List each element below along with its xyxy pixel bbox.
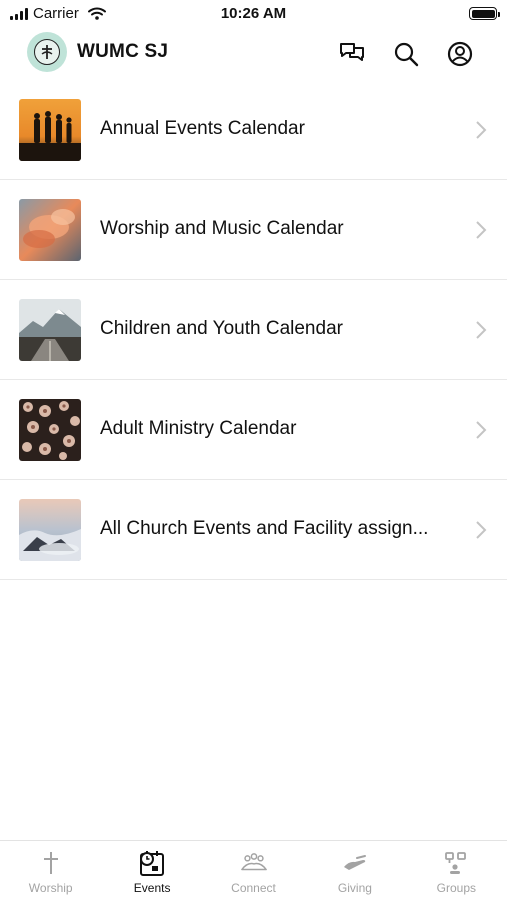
sunset-silhouettes-thumbnail bbox=[19, 99, 81, 161]
calendar-item-label: Adult Ministry Calendar bbox=[100, 418, 297, 439]
chevron-right-icon bbox=[476, 121, 487, 139]
tab-giving[interactable]: Giving bbox=[304, 841, 405, 900]
hand-icon bbox=[341, 849, 369, 877]
chat-icon[interactable] bbox=[338, 40, 366, 68]
tab-connect[interactable]: Connect bbox=[203, 841, 304, 900]
chevron-right-icon bbox=[476, 421, 487, 439]
app-title: WUMC SJ bbox=[77, 41, 169, 62]
calendar-list: Annual Events Calendar Worship and Music… bbox=[0, 80, 507, 580]
tab-label: Worship bbox=[28, 881, 73, 895]
cross-icon bbox=[37, 849, 65, 877]
mountain-road-thumbnail bbox=[19, 299, 81, 361]
calendar-item-worship-music[interactable]: Worship and Music Calendar bbox=[0, 180, 507, 280]
chevron-right-icon bbox=[476, 221, 487, 239]
calendar-item-label: Annual Events Calendar bbox=[100, 118, 305, 139]
search-icon[interactable] bbox=[392, 40, 420, 68]
misty-mountains-thumbnail bbox=[19, 499, 81, 561]
orange-clouds-thumbnail bbox=[19, 199, 81, 261]
bottom-tab-bar: Worship Events Connect Giving Groups bbox=[0, 840, 507, 900]
flower-pattern-thumbnail bbox=[19, 399, 81, 461]
calendar-item-children-youth[interactable]: Children and Youth Calendar bbox=[0, 280, 507, 380]
app-header: WUMC SJ bbox=[0, 30, 507, 76]
calendar-item-all-church-events[interactable]: All Church Events and Facility assign... bbox=[0, 480, 507, 580]
tab-label: Connect bbox=[231, 881, 276, 895]
tab-label: Groups bbox=[436, 881, 476, 895]
calendar-item-adult-ministry[interactable]: Adult Ministry Calendar bbox=[0, 380, 507, 480]
calendar-item-label: All Church Events and Facility assign... bbox=[100, 518, 429, 539]
calendar-item-label: Children and Youth Calendar bbox=[100, 318, 343, 339]
tab-label: Events bbox=[133, 881, 171, 895]
calendar-item-annual-events[interactable]: Annual Events Calendar bbox=[0, 80, 507, 180]
tab-groups[interactable]: Groups bbox=[406, 841, 507, 900]
tab-events[interactable]: Events bbox=[101, 841, 202, 900]
tab-label: Giving bbox=[337, 881, 372, 895]
status-time: 10:26 AM bbox=[220, 5, 287, 22]
calendar-item-label: Worship and Music Calendar bbox=[100, 218, 344, 239]
people-icon bbox=[240, 849, 268, 877]
calendar-clock-icon bbox=[138, 849, 166, 877]
profile-icon[interactable] bbox=[446, 40, 474, 68]
status-bar: Carrier 10:26 AM bbox=[0, 0, 507, 28]
tab-worship[interactable]: Worship bbox=[0, 841, 101, 900]
chevron-right-icon bbox=[476, 321, 487, 339]
cross-flame-logo-icon bbox=[34, 39, 60, 65]
church-logo[interactable] bbox=[27, 32, 67, 72]
groups-icon bbox=[442, 849, 470, 877]
battery-icon bbox=[469, 7, 500, 20]
chevron-right-icon bbox=[476, 521, 487, 539]
